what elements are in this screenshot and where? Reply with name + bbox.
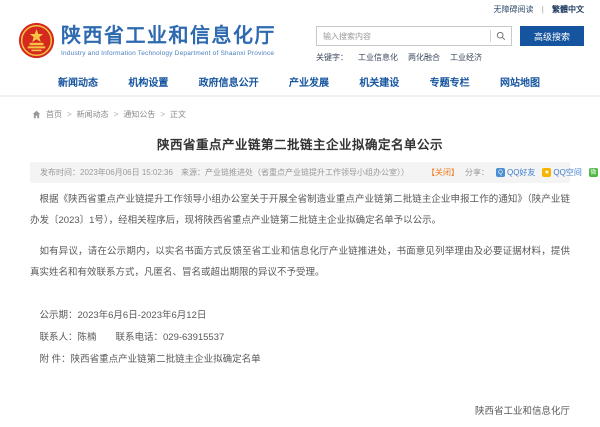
national-emblem-logo [18, 22, 55, 59]
breadcrumb-separator: > [160, 110, 165, 119]
share-qzone-label: QQ空间 [553, 167, 581, 178]
breadcrumb: 首页 > 新闻动态 > 通知公告 > 正文 [0, 97, 600, 124]
qq-icon: Q [496, 168, 505, 177]
search-icon[interactable] [491, 31, 511, 41]
site-brand[interactable]: 陕西省工业和信息化厅 Industry and Information Tech… [18, 18, 276, 63]
nav-item-special[interactable]: 专题专栏 [430, 74, 470, 89]
traditional-chinese-link[interactable]: 繁體中文 [552, 5, 584, 14]
attachment-line: 附 件：陕西省重点产业链第二批链主企业拟确定名单 [30, 349, 570, 371]
share-wechat[interactable]: 微 微信好友 [589, 167, 600, 178]
home-icon [32, 110, 41, 119]
site-subtitle: Industry and Information Technology Depa… [61, 50, 276, 57]
topbar-separator: | [542, 5, 544, 14]
contact-line: 联系人：陈楠 联系电话：029-63915537 [30, 327, 570, 349]
breadcrumb-separator: > [67, 110, 72, 119]
nav-item-industry[interactable]: 产业发展 [289, 74, 329, 89]
share-qzone[interactable]: ★ QQ空间 [542, 167, 581, 178]
article-paragraph: 如有异议，请在公示期内，以实名书面方式反馈至省工业和信息化厅产业链推进处，书面意… [30, 241, 570, 283]
source-value: 产业链推进处（省重点产业链提升工作领导小组办公室）） [205, 167, 409, 178]
article-body: 根据《陕西省重点产业链提升工作领导小组办公室关于开展全省制造业重点产业链第二批链… [30, 189, 570, 427]
nav-item-sitemap[interactable]: 网站地图 [500, 74, 540, 89]
source-label: 来源： [181, 167, 205, 178]
breadcrumb-notices[interactable]: 通知公告 [123, 109, 155, 120]
advanced-search-button[interactable]: 高级搜索 [520, 26, 584, 46]
share-qq-friends[interactable]: Q QQ好友 [496, 167, 535, 178]
nav-item-agency[interactable]: 机关建设 [359, 74, 399, 89]
close-button[interactable]: 【关闭】 [427, 167, 459, 178]
breadcrumb-current: 正文 [170, 109, 186, 120]
public-notice-period: 公示期：2023年6月6日-2023年6月12日 [30, 305, 570, 327]
utility-bar: 无障碍阅读 | 繁體中文 [0, 0, 600, 16]
site-header: 陕西省工业和信息化厅 Industry and Information Tech… [0, 16, 600, 69]
search-row: 高级搜索 [316, 26, 584, 46]
nav-item-organization[interactable]: 机构设置 [128, 74, 168, 89]
header-search-area: 高级搜索 关键字： 工业信息化 两化融合 工业经济 [316, 18, 584, 63]
keyword-link[interactable]: 工业经济 [450, 52, 482, 63]
keyword-link[interactable]: 两化融合 [408, 52, 440, 63]
brand-text: 陕西省工业和信息化厅 Industry and Information Tech… [61, 24, 276, 57]
keywords-label: 关键字： [316, 52, 348, 63]
hot-keywords: 关键字： 工业信息化 两化融合 工业经济 [316, 52, 584, 63]
breadcrumb-news[interactable]: 新闻动态 [77, 109, 109, 120]
share-label: 分享： [465, 167, 489, 178]
article-paragraph: 根据《陕西省重点产业链提升工作领导小组办公室关于开展全省制造业重点产业链第二批链… [30, 189, 570, 231]
nav-item-news[interactable]: 新闻动态 [58, 74, 98, 89]
accessibility-link[interactable]: 无障碍阅读 [493, 5, 533, 14]
search-box [316, 26, 512, 46]
main-nav: 新闻动态 机构设置 政府信息公开 产业发展 机关建设 专题专栏 网站地图 [0, 69, 600, 97]
keyword-link[interactable]: 工业信息化 [358, 52, 398, 63]
breadcrumb-separator: > [114, 110, 119, 119]
article-title: 陕西省重点产业链第二批链主企业拟确定名单公示 [0, 134, 600, 153]
publish-time-value: 2023年06月06日 15:02:36 [80, 167, 173, 178]
breadcrumb-home[interactable]: 首页 [46, 109, 62, 120]
article-meta-bar: 发布时间： 2023年06月06日 15:02:36 来源： 产业链推进处（省重… [30, 162, 570, 183]
signature-block: 陕西省工业和信息化厅 2023年6月6日 [30, 401, 570, 427]
article-info-block: 公示期：2023年6月6日-2023年6月12日 联系人：陈楠 联系电话：029… [30, 305, 570, 371]
publish-time-label: 发布时间： [40, 167, 80, 178]
search-input[interactable] [317, 32, 490, 41]
nav-item-gov-info[interactable]: 政府信息公开 [199, 74, 259, 89]
qzone-star-icon: ★ [542, 168, 551, 177]
site-title: 陕西省工业和信息化厅 [61, 24, 276, 48]
signature-organization: 陕西省工业和信息化厅 [30, 401, 570, 423]
share-qq-label: QQ好友 [507, 167, 535, 178]
wechat-icon: 微 [589, 168, 598, 177]
